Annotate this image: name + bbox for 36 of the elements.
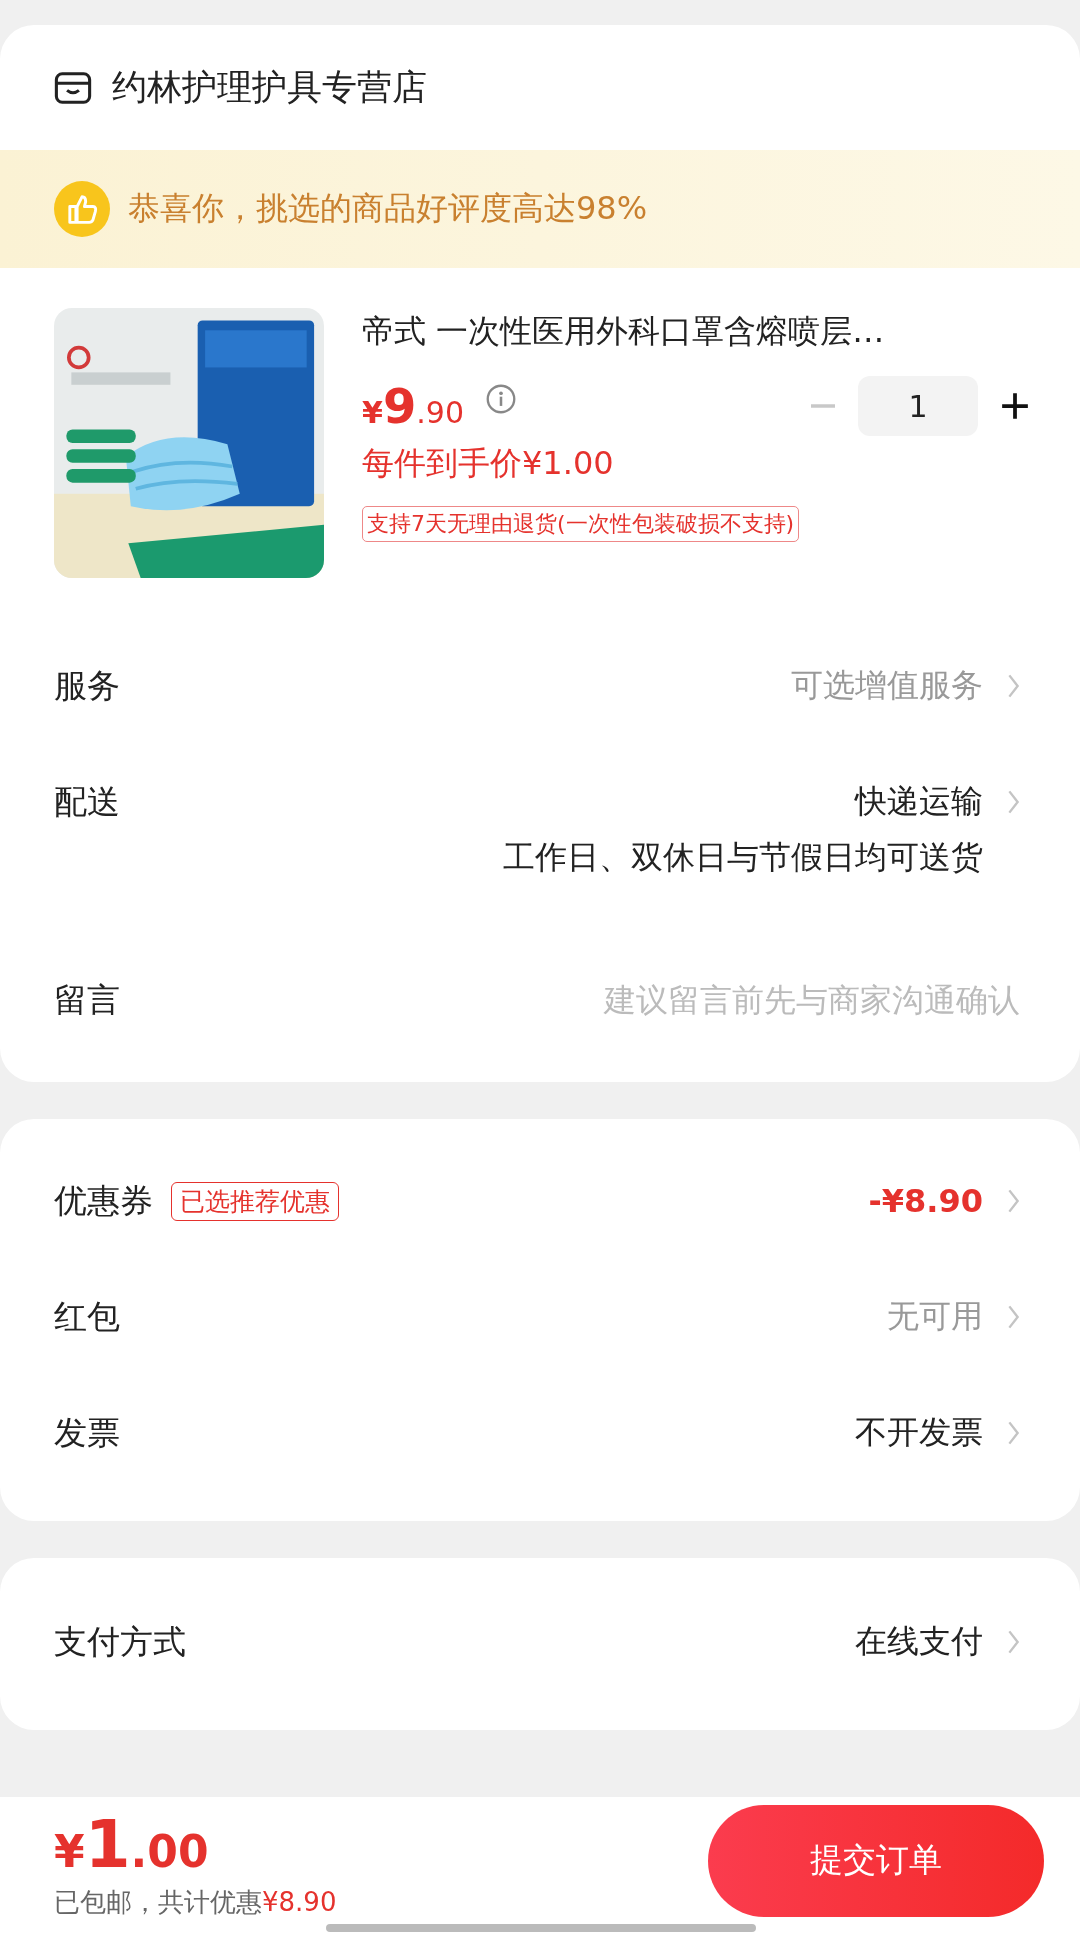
plus-icon [1000,391,1030,421]
chevron-icon[interactable] [1007,673,1020,699]
quantity-field[interactable]: 1 [858,376,978,436]
thumbs-up-icon [54,181,110,237]
shipping-summary: 已包邮，共计优惠¥8.90 [54,1885,337,1919]
row-label: 服务 [54,664,120,707]
row-value[interactable]: 在线支付 [855,1620,983,1664]
chevron-icon[interactable] [1007,789,1020,815]
home-indicator[interactable] [326,1924,756,1932]
row-label: 支付方式 [54,1620,186,1663]
row-label: 优惠券 [54,1179,153,1222]
row-label: 红包 [54,1295,120,1338]
row-value[interactable]: -¥8.90 [868,1182,983,1220]
unit-price: 每件到手价¥1.00 [362,443,615,484]
row-value[interactable]: 不开发票 [855,1411,983,1455]
chevron-icon[interactable] [1007,1420,1020,1446]
submit-order-button[interactable]: 提交订单 [708,1804,1044,1917]
chevron-icon[interactable] [1007,1629,1020,1655]
delivery-note: 工作日、双休日与节假日均可送货 [503,837,983,878]
row-label: 发票 [54,1411,120,1454]
info-icon[interactable] [486,384,516,414]
minus-icon [808,404,838,408]
return-policy-tag: 支持7天无理由退货(一次性包装破损不支持) [362,506,800,542]
row-value[interactable]: 快递运输 [855,780,983,824]
row-label: 配送 [54,780,120,823]
chevron-icon[interactable] [1007,1188,1020,1214]
chevron-icon[interactable] [1007,1304,1020,1330]
row-label: 留言 [54,978,120,1021]
store-name[interactable]: 约林护理护具专营店 [112,64,427,111]
store-icon [54,69,92,106]
message-field[interactable]: 建议留言前先与商家沟通确认 [460,968,1020,1032]
product-title[interactable]: 帝式 一次性医用外科口罩含熔喷层… [362,310,1036,354]
banner-text: 恭喜你，挑选的商品好评度高达98% [128,188,648,229]
total-price: ¥1.00 [54,1805,210,1883]
coupon-tag: 已选推荐优惠 [171,1181,339,1221]
product-price: ¥9.90 [362,378,464,434]
